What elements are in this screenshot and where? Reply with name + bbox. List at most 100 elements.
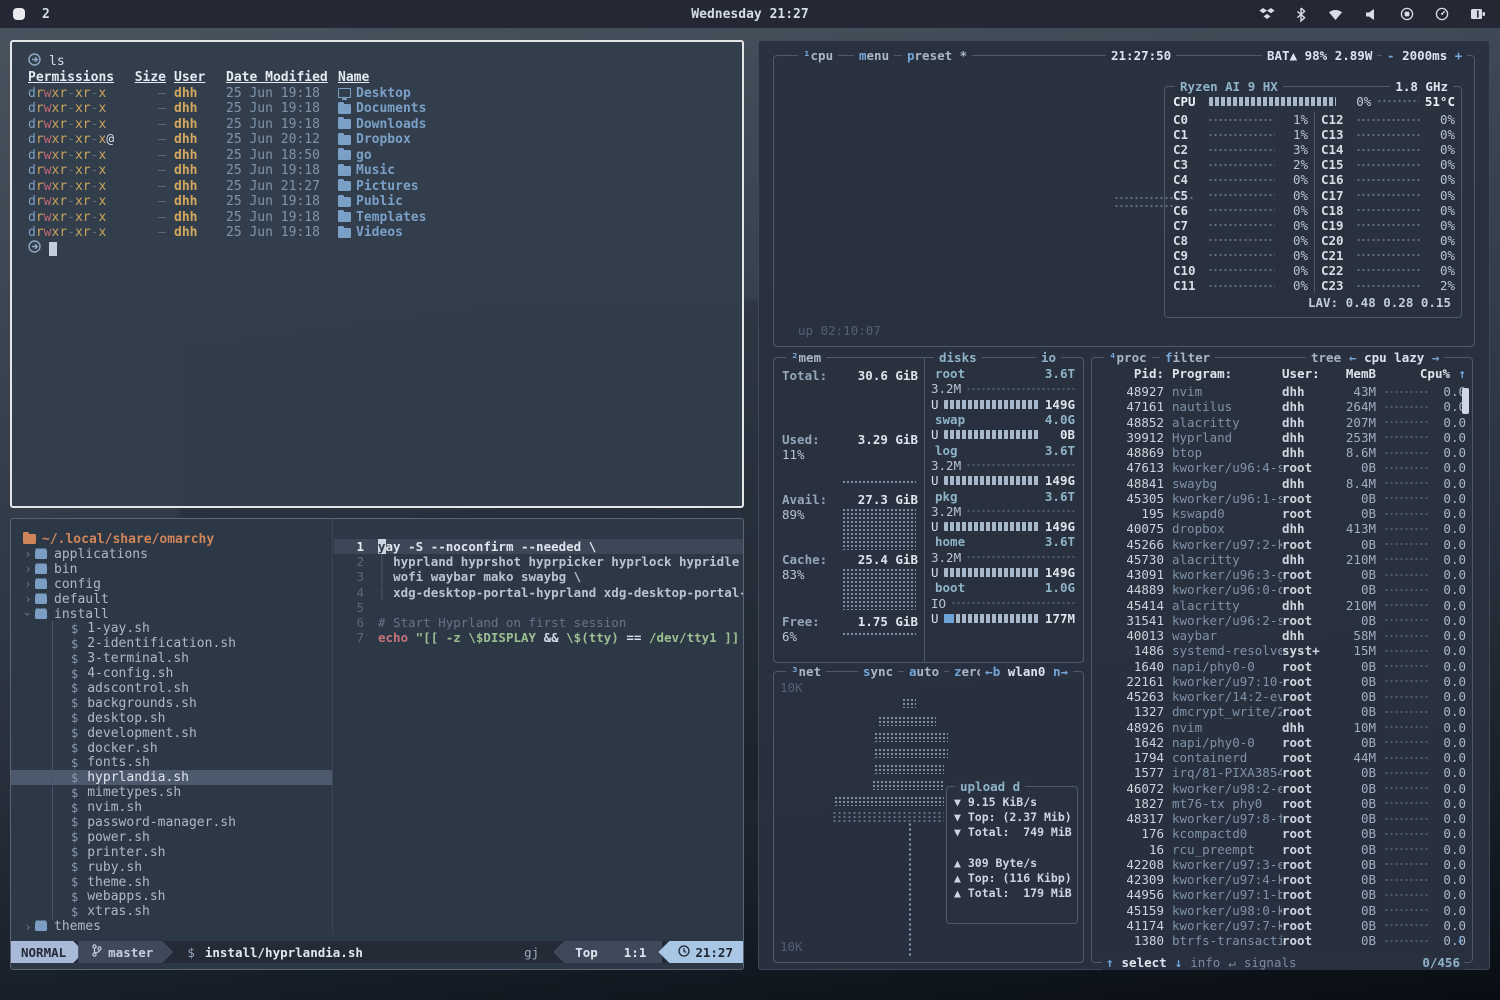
tree-item[interactable]: development.sh [11, 726, 332, 741]
process-row[interactable]: 195 kswapd0 root 0B 0.0 [1098, 506, 1466, 521]
process-row[interactable]: 16 rcu_preempt root 0B 0.0 [1098, 842, 1466, 857]
tree-item[interactable]: ruby.sh [11, 860, 332, 875]
proc-scrollbar[interactable] [1462, 388, 1469, 414]
process-row[interactable]: 42208 kworker/u97:3-ev root 0B 0.0 [1098, 857, 1466, 872]
tree-item[interactable]: xtras.sh [11, 904, 332, 919]
net-panel-title[interactable]: ³net [786, 664, 826, 679]
gauge-icon[interactable] [1435, 7, 1449, 21]
cpu-panel-title[interactable]: ¹cpu [798, 48, 838, 63]
tree-item[interactable]: 4-config.sh [11, 666, 332, 681]
os-logo-icon[interactable] [12, 7, 26, 21]
shell-input[interactable] [28, 241, 742, 257]
select-button[interactable]: select [1122, 955, 1167, 970]
process-row[interactable]: 44956 kworker/u97:1-bt root 0B 0.0 [1098, 887, 1466, 902]
sort-arrow-icon[interactable]: ↑ [1450, 366, 1466, 381]
process-row[interactable]: 40013 waybar dhh 58M 0.0 [1098, 628, 1466, 643]
process-row[interactable]: 45305 kworker/u96:1-sd root 0B 0.0 [1098, 491, 1466, 506]
tree-item[interactable]: hyprlandia.sh [11, 770, 332, 785]
select-up-icon[interactable]: ↑ [1106, 955, 1114, 970]
tree-item[interactable]: default [11, 592, 332, 607]
process-row[interactable]: 45414 alacritty dhh 210M 0.0 [1098, 598, 1466, 613]
menu-button[interactable]: menu [854, 48, 894, 63]
tree-item[interactable]: install [11, 607, 332, 622]
process-row[interactable]: 1380 btrfs-transactio root 0B 0.0 [1098, 933, 1466, 948]
process-row[interactable]: 42309 kworker/u97:4-kc root 0B 0.0 [1098, 872, 1466, 887]
process-row[interactable]: 1794 containerd root 44M 0.0 [1098, 750, 1466, 765]
disks-title[interactable]: disks [934, 350, 982, 365]
process-row[interactable]: 176 kcompactd0 root 0B 0.0 [1098, 826, 1466, 841]
process-row[interactable]: 1327 dmcrypt_write/25 root 0B 0.0 [1098, 704, 1466, 719]
tree-item[interactable]: webapps.sh [11, 889, 332, 904]
process-row[interactable]: 48869 btop dhh 8.6M 0.0 [1098, 445, 1466, 460]
tree-item[interactable]: power.sh [11, 830, 332, 845]
net-auto-button[interactable]: auto [904, 664, 944, 679]
process-row[interactable]: 1642 napi/phy0-0 root 0B 0.0 [1098, 735, 1466, 750]
cpu-icon[interactable] [1400, 7, 1414, 21]
editor-pane[interactable]: 1 yay -S --noconfirm --needed \ 2 │ hypr… [334, 519, 743, 935]
tree-item[interactable]: 1-yay.sh [11, 621, 332, 636]
uptime: up 02:10:07 [798, 323, 881, 338]
process-row[interactable]: 1827 mt76-tx phy0 root 0B 0.0 [1098, 796, 1466, 811]
process-row[interactable]: 39912 Hyprland dhh 253M 0.0 [1098, 430, 1466, 445]
filter-button[interactable]: filter [1160, 350, 1215, 365]
net-sync-button[interactable]: sync [858, 664, 898, 679]
ls-user: dhh [174, 148, 218, 164]
process-row[interactable]: 1640 napi/phy0-0 root 0B 0.0 [1098, 659, 1466, 674]
process-row[interactable]: 1577 irq/81-PIXA3854: root 0B 0.0 [1098, 765, 1466, 780]
process-row[interactable]: 45730 alacritty dhh 210M 0.0 [1098, 552, 1466, 567]
interval-control[interactable]: - 2000ms + [1382, 48, 1467, 63]
tree-item[interactable]: desktop.sh [11, 711, 332, 726]
process-row[interactable]: 40075 dropbox dhh 413M 0.0 [1098, 521, 1466, 536]
process-row[interactable]: 43091 kworker/u96:3-gf root 0B 0.0 [1098, 567, 1466, 582]
process-row[interactable]: 48841 swaybg dhh 8.4M 0.0 [1098, 476, 1466, 491]
tree-item[interactable]: 2-identification.sh [11, 636, 332, 651]
tree-item[interactable]: applications [11, 547, 332, 562]
tree-item[interactable]: theme.sh [11, 875, 332, 890]
battery-icon[interactable] [1470, 7, 1486, 21]
process-row[interactable]: 48927 nvim dhh 43M 0.0 [1098, 384, 1466, 399]
process-row[interactable]: 44889 kworker/u96:0-co root 0B 0.0 [1098, 582, 1466, 597]
tree-item[interactable]: 3-terminal.sh [11, 651, 332, 666]
wifi-icon[interactable] [1327, 8, 1344, 21]
tree-button[interactable]: tree [1306, 350, 1346, 365]
info-button[interactable]: info [1190, 955, 1220, 970]
proc-panel-title[interactable]: ⁴proc [1104, 350, 1152, 365]
disks-io-title[interactable]: io [1036, 350, 1061, 365]
tree-item[interactable]: backgrounds.sh [11, 696, 332, 711]
tree-item[interactable]: password-manager.sh [11, 815, 332, 830]
process-row[interactable]: 48926 nvim dhh 10M 0.0 [1098, 720, 1466, 735]
signals-button[interactable]: signals [1244, 955, 1297, 970]
process-row[interactable]: 31541 kworker/u96:2-sd root 0B 0.0 [1098, 613, 1466, 628]
preset-button[interactable]: preset * [902, 48, 972, 63]
tree-item[interactable]: themes [11, 919, 332, 934]
process-row[interactable]: 48317 kworker/u97:8-fl root 0B 0.0 [1098, 811, 1466, 826]
process-row[interactable]: 45159 kworker/u98:0-kv root 0B 0.0 [1098, 903, 1466, 918]
sort-control[interactable]: ← cpu lazy → [1344, 350, 1444, 365]
process-row[interactable]: 47161 nautilus dhh 264M 0.0 [1098, 399, 1466, 414]
select-down-icon[interactable]: ↓ [1175, 955, 1183, 970]
process-row[interactable]: 48852 alacritty dhh 207M 0.0 [1098, 415, 1466, 430]
net-interface[interactable]: ←b wlan0 n→ [980, 664, 1073, 679]
process-row[interactable]: 46072 kworker/u98:2-ev root 0B 0.0 [1098, 781, 1466, 796]
bluetooth-icon[interactable] [1296, 7, 1306, 22]
process-row[interactable]: 22161 kworker/u97:10-k root 0B 0.0 [1098, 674, 1466, 689]
dropbox-icon[interactable] [1259, 7, 1275, 21]
workspace-indicator[interactable]: 2 [42, 7, 50, 22]
enter-icon[interactable]: ↵ [1228, 955, 1236, 970]
tree-item[interactable]: bin [11, 562, 332, 577]
tree-item[interactable]: mimetypes.sh [11, 785, 332, 800]
process-row[interactable]: 45263 kworker/14:2-eve root 0B 0.0 [1098, 689, 1466, 704]
process-row[interactable]: 41174 kworker/u97:7-kv root 0B 0.0 [1098, 918, 1466, 933]
process-row[interactable]: 47613 kworker/u96:4-sd root 0B 0.0 [1098, 460, 1466, 475]
process-row[interactable]: 45266 kworker/u97:2-kc root 0B 0.0 [1098, 537, 1466, 552]
tree-item[interactable]: printer.sh [11, 845, 332, 860]
volume-icon[interactable] [1365, 8, 1379, 21]
tree-item[interactable]: docker.sh [11, 741, 332, 756]
tree-item[interactable]: fonts.sh [11, 755, 332, 770]
tree-item[interactable]: nvim.sh [11, 800, 332, 815]
scroll-down-icon[interactable]: ↓ [1456, 931, 1464, 946]
process-row[interactable]: 1486 systemd-resolve syst+ 15M 0.0 [1098, 643, 1466, 658]
tree-item[interactable]: adscontrol.sh [11, 681, 332, 696]
tree-root[interactable]: ~/.local/share/omarchy [11, 531, 332, 547]
tree-item[interactable]: config [11, 577, 332, 592]
